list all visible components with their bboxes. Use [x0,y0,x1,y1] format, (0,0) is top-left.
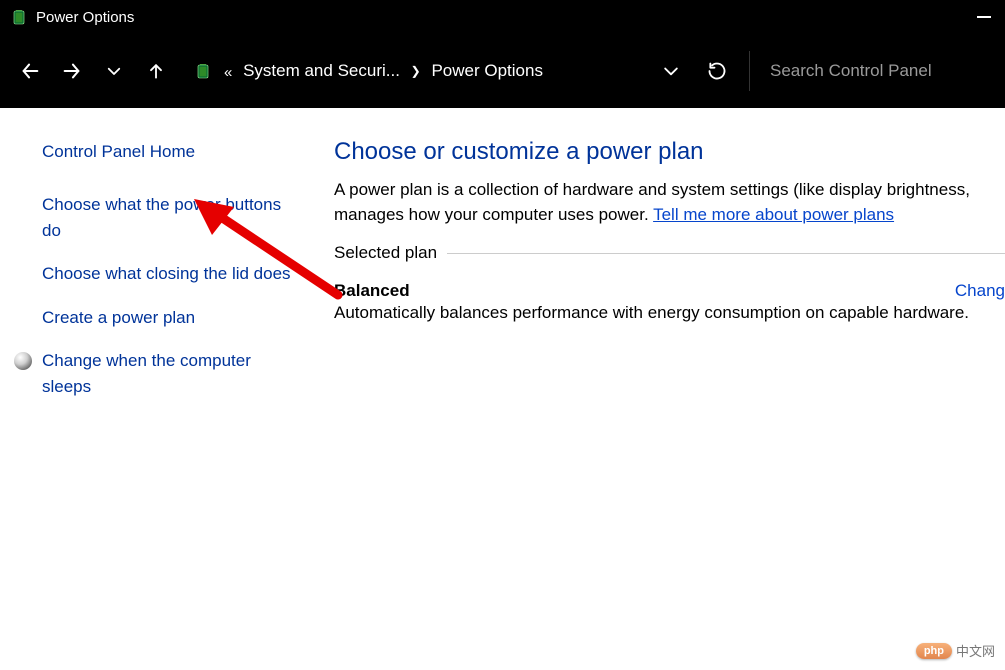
back-button[interactable] [16,57,44,85]
breadcrumb-current[interactable]: Power Options [431,61,543,80]
sidebar-link-change-sleep[interactable]: Change when the computer sleeps [42,348,300,399]
address-bar[interactable]: « System and Securi... ❯ Power Options [184,61,643,81]
titlebar: Power Options [0,0,1005,34]
breadcrumb-overflow-icon: « [224,64,232,81]
forward-button[interactable] [58,57,86,85]
minimize-button[interactable] [963,0,1005,34]
breadcrumb[interactable]: « System and Securi... ❯ Power Options [224,61,643,81]
sidebar: Control Panel Home Choose what the power… [0,108,320,670]
up-button[interactable] [142,57,170,85]
bullet-icon [14,352,32,370]
page-title: Choose or customize a power plan [334,138,1005,166]
address-dropdown-button[interactable] [657,57,685,85]
search-input[interactable] [770,61,989,81]
change-plan-link[interactable]: Chang [955,281,1005,301]
sidebar-link-closing-lid[interactable]: Choose what closing the lid does [42,261,300,287]
page-description: A power plan is a collection of hardware… [334,178,1005,227]
breadcrumb-parent[interactable]: System and Securi... [243,61,400,80]
watermark-badge: php [916,643,952,659]
plan-description: Automatically balances performance with … [334,303,1005,323]
section-divider: Selected plan [334,243,1005,263]
sidebar-link-create-plan[interactable]: Create a power plan [42,305,300,331]
battery-icon [192,62,214,80]
recent-locations-button[interactable] [100,57,128,85]
sidebar-link-power-buttons[interactable]: Choose what the power buttons do [42,192,300,243]
chevron-right-icon: ❯ [411,64,421,78]
plan-name: Balanced [334,281,410,301]
battery-icon [10,8,28,26]
refresh-button[interactable] [703,57,731,85]
main-content: Choose or customize a power plan A power… [320,108,1005,670]
control-panel-home-link[interactable]: Control Panel Home [42,142,300,162]
watermark-text: 中文网 [956,641,995,660]
section-label: Selected plan [334,243,447,263]
search-box[interactable] [749,51,989,91]
navbar: « System and Securi... ❯ Power Options [0,34,1005,108]
help-link[interactable]: Tell me more about power plans [653,205,894,224]
watermark: php 中文网 [916,641,995,660]
window-title: Power Options [36,9,134,26]
